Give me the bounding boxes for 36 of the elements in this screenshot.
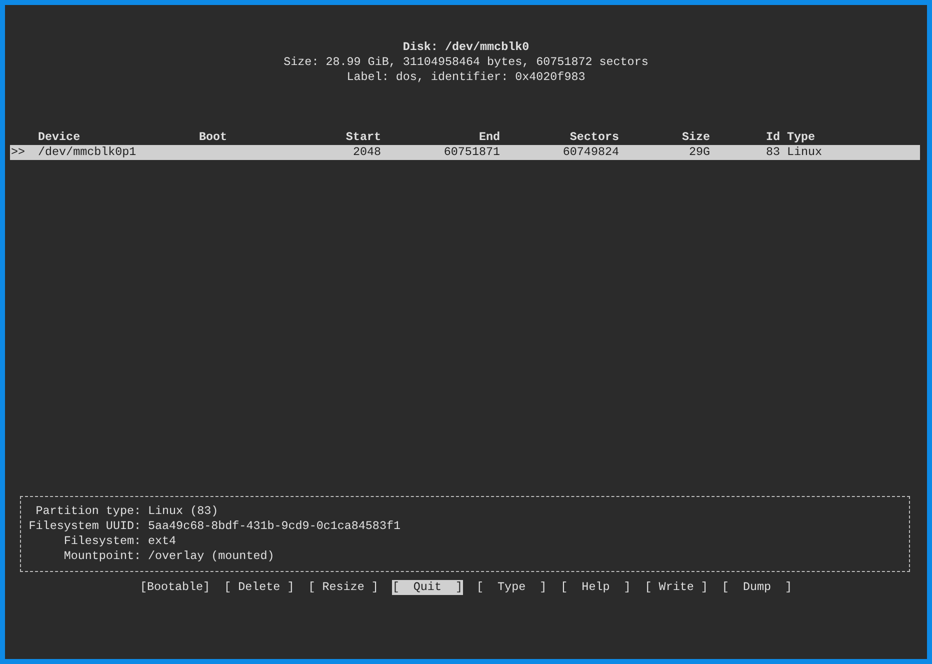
row-cursor: >>	[11, 145, 26, 159]
menu-button[interactable]: [ Quit ]	[392, 580, 462, 595]
menu-button[interactable]: [ Dump ]	[722, 580, 792, 595]
info-label: Filesystem UUID:	[28, 519, 141, 533]
column-header: Size	[682, 130, 710, 144]
info-value: 5aa49c68-8bdf-431b-9cd9-0c1ca84583f1	[147, 519, 400, 534]
partition-row[interactable]: >> /dev/mmcblk0p1 2048 60751871 60749824 29G 83 Linux	[10, 145, 920, 160]
disk-info-line: Label: dos, identifier: 0x4020f983	[346, 70, 586, 85]
menu-button[interactable]: [ Resize ]	[308, 580, 378, 595]
menu-button[interactable]: [ Delete ]	[224, 580, 294, 595]
table-cell: Linux	[787, 145, 822, 159]
info-label: Filesystem:	[64, 534, 141, 548]
column-header: Sectors	[570, 130, 619, 144]
table-cell: 2048	[352, 145, 381, 159]
column-header: Type	[787, 130, 816, 144]
table-cell: 83	[766, 145, 780, 159]
disk-info-line: Size: 28.99 GiB, 31104958464 bytes, 60751872 sectors	[284, 55, 648, 70]
menu-button[interactable]: [ Type ]	[476, 580, 547, 595]
column-header: Boot	[199, 130, 228, 144]
table-cell: 29G	[688, 145, 710, 159]
menu-button[interactable]: [ Help ]	[560, 580, 631, 595]
menu-button[interactable]: [Bootable]	[140, 580, 210, 595]
menu-button[interactable]: [ Write ]	[644, 580, 708, 595]
table-cell: 60749824	[562, 145, 619, 159]
info-label: Mountpoint:	[64, 549, 141, 563]
info-label: Partition type:	[36, 504, 141, 518]
table-cell: /dev/mmcblk0p1	[38, 145, 136, 159]
disk-title: Disk: /dev/mmcblk0	[402, 40, 530, 55]
column-header: Start	[346, 130, 381, 144]
column-header: Id	[766, 130, 780, 144]
column-header: End	[478, 130, 500, 144]
column-header: Device	[38, 130, 80, 144]
table-cell: 60751871	[444, 145, 500, 159]
info-value: ext4	[147, 534, 176, 549]
info-value: Linux (83)	[147, 504, 218, 519]
info-value: /overlay (mounted)	[147, 549, 274, 564]
